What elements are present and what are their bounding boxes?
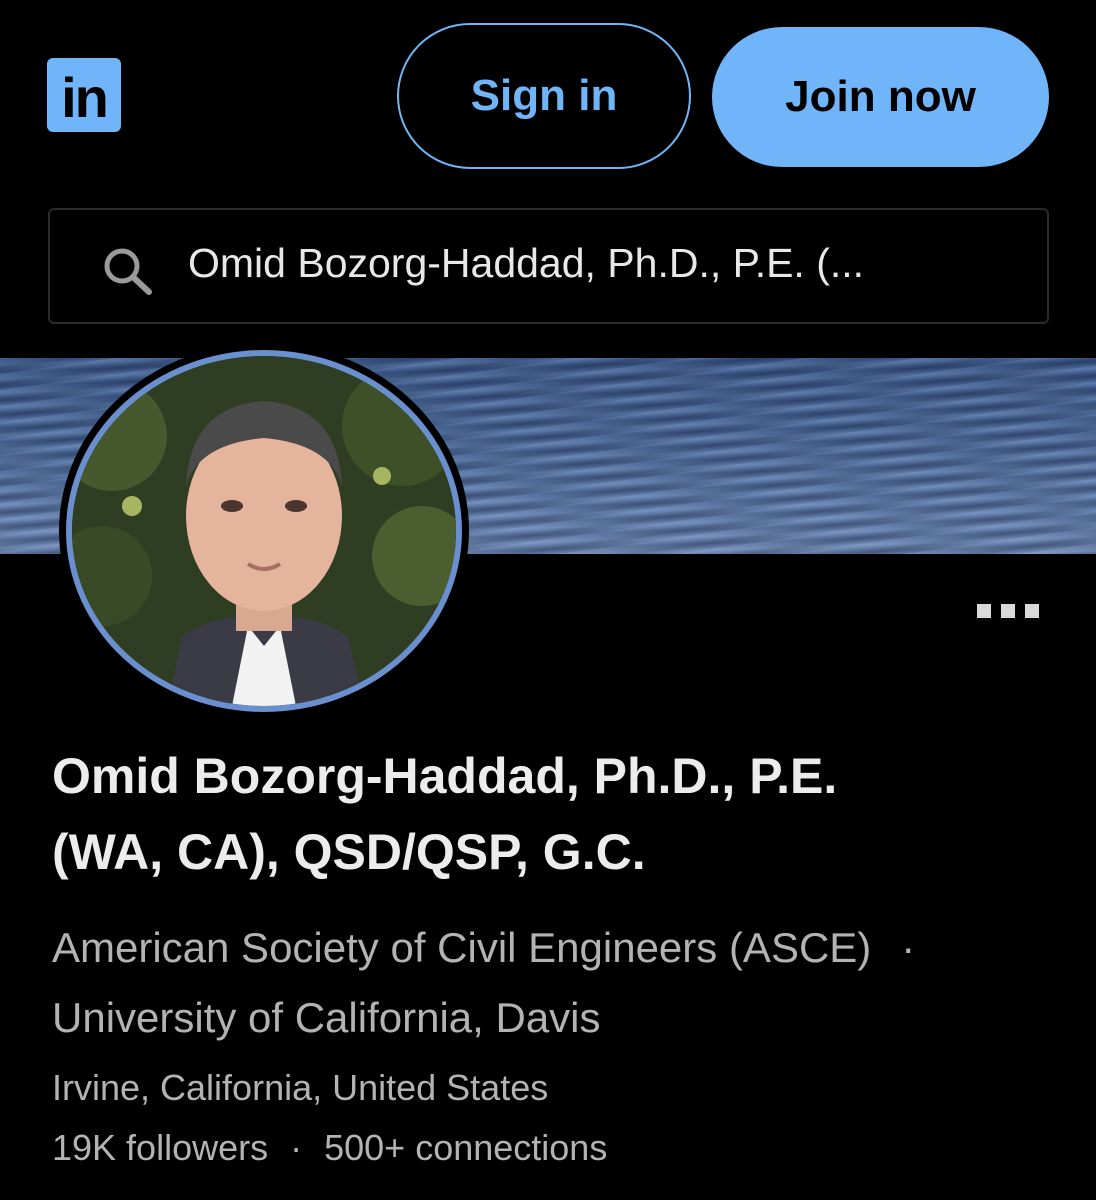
logo-text: in: [61, 66, 109, 129]
linkedin-logo[interactable]: in: [47, 58, 121, 132]
headline-school[interactable]: University of California, Davis: [52, 983, 1052, 1053]
join-now-button[interactable]: Join now: [712, 27, 1049, 167]
more-dot: [977, 604, 991, 618]
headline-organization[interactable]: American Society of Civil Engineers (ASC…: [52, 924, 871, 971]
more-dot: [1025, 604, 1039, 618]
profile-location: Irvine, California, United States: [52, 1067, 549, 1108]
profile-name: Omid Bozorg-Haddad, Ph.D., P.E. (WA, CA)…: [52, 738, 1052, 890]
stats-separator: ·: [290, 1127, 303, 1168]
profile-headline: American Society of Civil Engineers (ASC…: [52, 913, 1052, 1053]
connections-count: 500+ connections: [324, 1127, 608, 1168]
name-line-2: (WA, CA), QSD/QSP, G.C.: [52, 824, 646, 880]
profile-page: in Sign in Join now Omid Bozorg-Haddad, …: [0, 0, 1096, 1200]
search-icon: [104, 248, 152, 295]
search-input[interactable]: Omid Bozorg-Haddad, Ph.D., P.E. (...: [188, 240, 864, 287]
avatar[interactable]: [66, 350, 462, 712]
sign-in-button[interactable]: Sign in: [397, 23, 691, 169]
name-line-1: Omid Bozorg-Haddad, Ph.D., P.E.: [52, 748, 838, 804]
more-icon[interactable]: [977, 604, 1039, 618]
profile-stats: 19K followers · 500+ connections: [52, 1124, 607, 1172]
followers-count: 19K followers: [52, 1127, 269, 1168]
search-bar[interactable]: Omid Bozorg-Haddad, Ph.D., P.E. (...: [48, 208, 1049, 324]
headline-separator: ·: [901, 924, 916, 971]
headline-line-1: American Society of Civil Engineers (ASC…: [52, 913, 1052, 983]
more-dot: [1001, 604, 1015, 618]
